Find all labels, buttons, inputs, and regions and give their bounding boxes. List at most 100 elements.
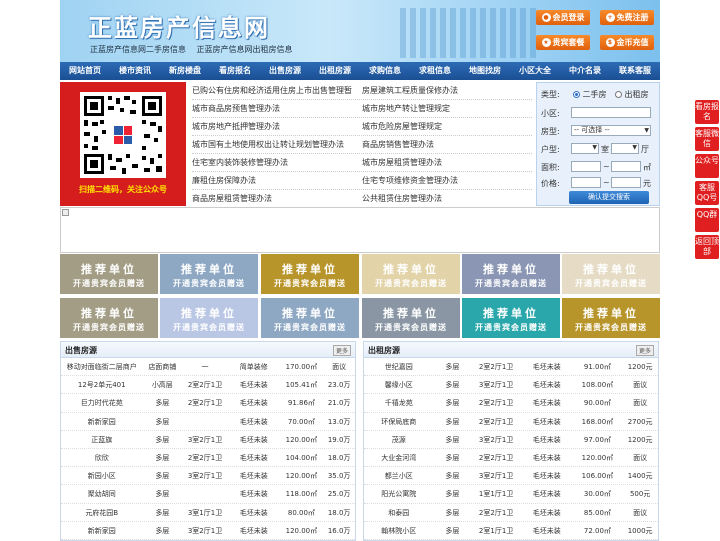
nav-wanted-buy[interactable]: 求购信息: [360, 62, 410, 80]
policy-link[interactable]: 住宅室内装饰装修管理办法: [192, 154, 362, 171]
ad-slot[interactable]: 推荐单位 开通贵宾会员赠送: [261, 254, 359, 294]
policy-link[interactable]: 房屋建筑工程质量保修办法: [362, 82, 532, 99]
listing-row[interactable]: 移动对面临街二层商户 店面商铺 一 简单装修 170.00㎡ 面议: [61, 358, 355, 377]
ad-slot[interactable]: 推荐单位 开通贵宾会员赠送: [462, 254, 560, 294]
hall-select[interactable]: ▼: [611, 143, 639, 154]
side-wechat[interactable]: 客服微信: [695, 127, 719, 151]
policy-link[interactable]: 城市商品房预售管理办法: [192, 100, 362, 117]
ad-slot[interactable]: 推荐单位 开通贵宾会员赠送: [160, 298, 258, 338]
listing-cell: 18.0万: [327, 508, 351, 517]
listing-cell: 多层: [445, 490, 460, 499]
side-back-to-top[interactable]: 返回顶部: [695, 235, 719, 259]
ad-slot[interactable]: 推荐单位 开通贵宾会员赠送: [362, 298, 460, 338]
listing-row[interactable]: 聚幼胡同 多层 毛坯未装 118.00㎡ 25.0万: [61, 485, 355, 504]
radio-sale[interactable]: 二手房: [573, 89, 607, 100]
listing-cell: 90.00㎡: [583, 399, 611, 408]
sublink-rent[interactable]: 正蓝房产信息网出租房信息: [197, 45, 293, 54]
listing-row[interactable]: 世纪嘉园 多层 2室2厅1卫 毛坯未装 91.00㎡ 1200元: [364, 358, 658, 377]
policy-link[interactable]: 城市危险房屋管理规定: [362, 118, 532, 135]
recharge-button[interactable]: $ 金币充值: [600, 35, 654, 50]
side-viewing-signup[interactable]: 看房报名: [695, 100, 719, 124]
policy-link[interactable]: 已购公有住房和经济适用住房上市出售管理暂: [192, 82, 362, 99]
policy-link[interactable]: 住宅专项维修资金管理办法: [362, 172, 532, 189]
listing-row[interactable]: 元府花园B 多层 3室1厅1卫 毛坯未装 80.00㎡ 18.0万: [61, 504, 355, 522]
nav-wanted-rent[interactable]: 求租信息: [410, 62, 460, 80]
listing-row[interactable]: 12号2单元401 小高层 2室2厅1卫 毛坯未装 105.41㎡ 23.0万: [61, 376, 355, 395]
policy-link[interactable]: 公共租赁住房管理办法: [362, 190, 532, 207]
policy-link[interactable]: 廉租住房保障办法: [192, 172, 362, 189]
top-section: 扫描二维码，关注公众号 已购公有住房和经济适用住房上市出售管理暂 房屋建筑工程质量…: [60, 80, 660, 208]
ad-slot[interactable]: 推荐单位 开通贵宾会员赠送: [462, 298, 560, 338]
listing-cell: 多层: [445, 399, 460, 408]
register-button[interactable]: + 免费注册: [600, 10, 654, 25]
listing-row[interactable]: 茂源 多层 3室2厅1卫 毛坯未装 97.00㎡ 1200元: [364, 431, 658, 449]
listing-row[interactable]: 和泰园 多层 2室2厅1卫 毛坯未装 85.00㎡ 面议: [364, 504, 658, 522]
nav-agents[interactable]: 中介名录: [560, 62, 610, 80]
nav-viewing-signup[interactable]: 看房报名: [210, 62, 260, 80]
area-max-input[interactable]: [611, 161, 641, 172]
site-logo-title[interactable]: 正蓝房产信息网: [88, 8, 270, 43]
ad-slot[interactable]: 推荐单位 开通贵宾会员赠送: [60, 298, 158, 338]
area-min-input[interactable]: [571, 161, 601, 172]
room-select[interactable]: ▼: [571, 143, 599, 154]
nav-contact[interactable]: 联系客服: [610, 62, 660, 80]
vip-package-button[interactable]: ★ 贵宾套餐: [536, 35, 590, 50]
price-max-input[interactable]: [611, 177, 641, 188]
listing-cell: 16.0万: [327, 526, 351, 535]
nav-for-sale[interactable]: 出售房源: [260, 62, 310, 80]
listing-row[interactable]: 阳光公寓院 多层 1室1厅1卫 毛坯未装 30.00㎡ 500元: [364, 485, 658, 504]
ad-subtitle: 开通贵宾会员赠送: [375, 323, 447, 332]
policy-link[interactable]: 城市房地产抵押管理办法: [192, 118, 362, 135]
side-qq-group[interactable]: QQ群: [695, 208, 719, 232]
nav-home[interactable]: 网站首页: [60, 62, 110, 80]
ad-slot[interactable]: 推荐单位 开通贵宾会员赠送: [362, 254, 460, 294]
side-qq[interactable]: 客服QQ号: [695, 181, 719, 205]
layout-select[interactable]: -- 可选择 -- ▼: [571, 125, 651, 136]
listing-row[interactable]: 馨缘小区 多层 3室2厅1卫 毛坯未装 108.00㎡ 面议: [364, 376, 658, 395]
listing-row[interactable]: 巨力时代花苑 多层 2室2厅1卫 毛坯未装 91.86㎡ 21.0万: [61, 394, 355, 413]
price-min-input[interactable]: [571, 177, 601, 188]
listing-row[interactable]: 欣欣 多层 2室2厅1卫 毛坯未装 104.00㎡ 18.0万: [61, 449, 355, 468]
listing-cell: 小高层: [151, 381, 173, 390]
nav-new-homes[interactable]: 新房楼盘: [160, 62, 210, 80]
ad-slot[interactable]: 推荐单位 开通贵宾会员赠送: [160, 254, 258, 294]
listing-row[interactable]: 新新家园 多层 3室2厅1卫 毛坯未装 120.00㎡ 16.0万: [61, 522, 355, 540]
nav-map[interactable]: 地图找房: [460, 62, 510, 80]
ad-slot[interactable]: 推荐单位 开通贵宾会员赠送: [562, 298, 660, 338]
listing-row[interactable]: 新新家园 多层 毛坯未装 70.00㎡ 13.0万: [61, 413, 355, 431]
ad-slot[interactable]: 推荐单位 开通贵宾会员赠送: [60, 254, 158, 294]
login-button[interactable]: ● 会员登录: [536, 10, 590, 25]
nav-communities[interactable]: 小区大全: [510, 62, 560, 80]
listing-row[interactable]: 都兰小区 多层 3室2厅1卫 毛坯未装 106.00㎡ 1400元: [364, 467, 658, 486]
ad-title: 推荐单位: [181, 263, 237, 276]
listing-row[interactable]: 正蓝旗 多层 3室2厅1卫 毛坯未装 120.00㎡ 19.0万: [61, 431, 355, 449]
policy-link[interactable]: 城市国有土地使用权出让转让规划管理办法: [192, 136, 362, 153]
radio-rent[interactable]: 出租房: [615, 89, 649, 100]
nav-for-rent[interactable]: 出租房源: [310, 62, 360, 80]
community-input[interactable]: [571, 107, 651, 118]
sale-rows: 移动对面临街二层商户 店面商铺 一 简单装修 170.00㎡ 面议 12号2单元401 小高层…: [61, 358, 355, 540]
nav-news[interactable]: 楼市资讯: [110, 62, 160, 80]
ad-subtitle: 开通贵宾会员赠送: [73, 279, 145, 288]
sale-more-button[interactable]: 更多: [332, 345, 351, 356]
listing-row[interactable]: 千禧龙苑 多层 2室2厅1卫 毛坯未装 90.00㎡ 面议: [364, 394, 658, 413]
rent-more-button[interactable]: 更多: [635, 345, 654, 356]
listing-row[interactable]: 新园小区 多层 3室2厅1卫 毛坯未装 120.00㎡ 35.0万: [61, 467, 355, 486]
banner-image[interactable]: [60, 207, 660, 253]
listing-cell: 毛坯未装: [532, 399, 561, 408]
side-official-account[interactable]: 公众号: [695, 154, 719, 178]
policy-link[interactable]: 商品房屋租赁管理办法: [192, 190, 362, 207]
listing-row[interactable]: 翰林院小区 多层 2室1厅1卫 毛坯未装 72.00㎡ 1000元: [364, 522, 658, 540]
ad-slot[interactable]: 推荐单位 开通贵宾会员赠送: [261, 298, 359, 338]
listing-row[interactable]: 环保局底商 多层 2室2厅1卫 毛坯未装 168.00㎡ 2700元: [364, 413, 658, 431]
listing-cell: 毛坯未装: [239, 490, 268, 499]
policy-link[interactable]: 城市房地产转让管理规定: [362, 100, 532, 117]
policy-link[interactable]: 城市房屋租赁管理办法: [362, 154, 532, 171]
listing-row[interactable]: 大业金河湾 多层 2室2厅1卫 毛坯未装 120.00㎡ 面议: [364, 449, 658, 468]
listing-cell: 3室2厅1卫: [478, 472, 514, 481]
sublink-sale[interactable]: 正蓝房产信息网二手房信息: [90, 45, 186, 54]
listing-cell: 2室2厅1卫: [478, 508, 514, 517]
ad-slot[interactable]: 推荐单位 开通贵宾会员赠送: [562, 254, 660, 294]
search-submit-button[interactable]: 确认提交搜索: [569, 191, 649, 204]
policy-link[interactable]: 商品房销售管理办法: [362, 136, 532, 153]
